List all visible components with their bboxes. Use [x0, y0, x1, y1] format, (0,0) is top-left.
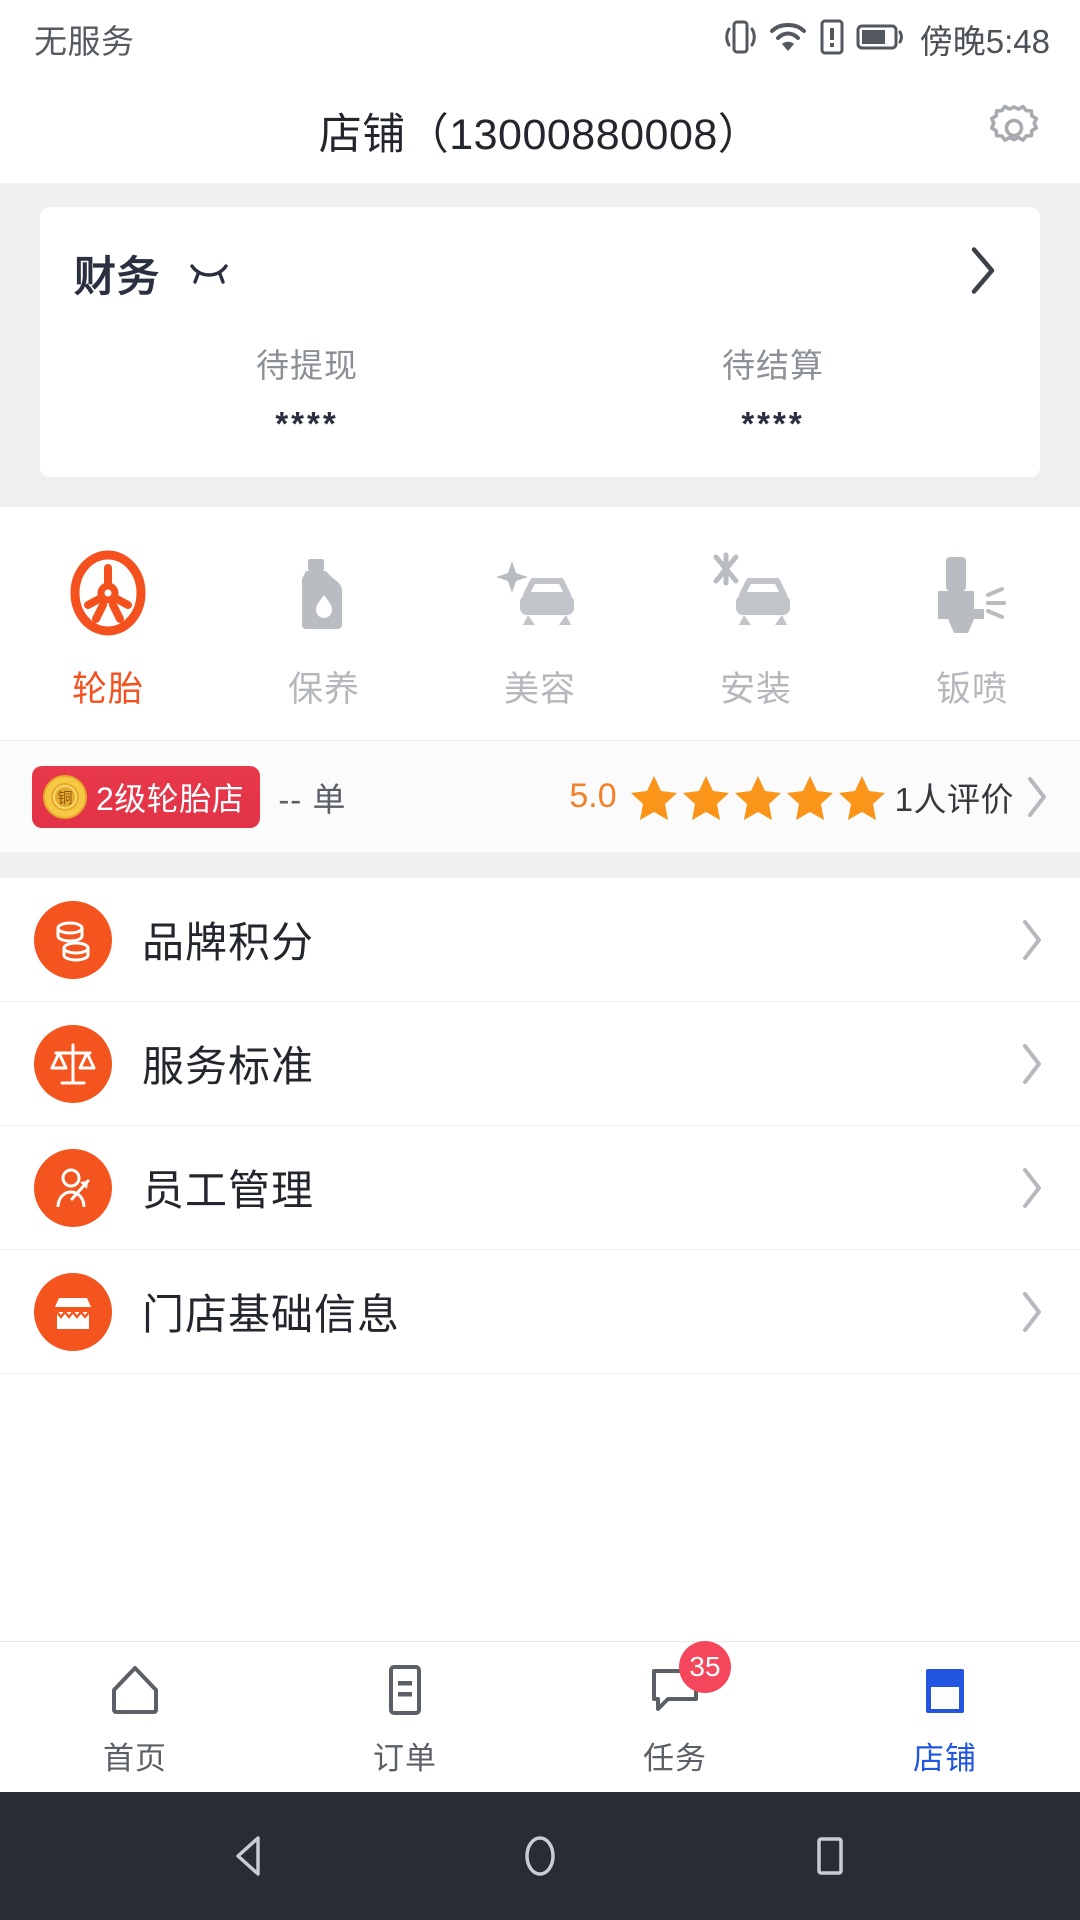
task-badge-count: 35 [679, 1640, 731, 1693]
finance-stats: 待提现 **** 待结算 **** [74, 339, 1006, 443]
menu-item-employee-management[interactable]: 员工管理 [0, 1126, 1080, 1250]
star-icon [630, 775, 677, 820]
task-icon: 35 [646, 1640, 731, 1719]
chevron-right-icon [1018, 1287, 1046, 1337]
clock-label: 傍晚5:48 [919, 23, 1050, 60]
stat-value: **** [741, 405, 805, 442]
home-circle-icon[interactable] [495, 1811, 585, 1901]
tab-home[interactable]: 首页 [0, 1642, 270, 1792]
tire-icon [62, 547, 154, 639]
category-installation[interactable]: 安装 [648, 547, 864, 712]
finance-card[interactable]: 财务 待提现 **** 待结算 **** [40, 207, 1040, 477]
gear-icon [987, 101, 1041, 160]
shop-level-label: 2级轮胎店 [96, 780, 245, 817]
category-label: 轮胎 [71, 670, 144, 709]
android-nav-bar [0, 1792, 1080, 1920]
battery-icon [856, 18, 904, 61]
tab-label: 店铺 [913, 1740, 977, 1776]
rating-score: 5.0 [569, 777, 617, 815]
car-tools-icon [706, 547, 806, 639]
vibrate-icon [723, 18, 757, 61]
header-bar: 店铺（13000880008） [0, 78, 1080, 183]
chevron-right-icon [1018, 1039, 1046, 1089]
shop-menu-list: 品牌积分 服务标准 员工管理 门店基础信息 [0, 878, 1080, 1641]
order-icon [376, 1657, 434, 1719]
storefront-icon [34, 1272, 112, 1351]
stat-pending-withdrawal: 待提现 **** [74, 339, 540, 443]
star-icon [838, 775, 885, 820]
menu-item-label: 品牌积分 [142, 919, 315, 966]
employee-icon [34, 1148, 112, 1227]
stat-label: 待提现 [256, 347, 358, 384]
home-icon [106, 1657, 164, 1719]
finance-section: 财务 待提现 **** 待结算 **** [0, 183, 1080, 507]
page-title: 店铺（13000880008） [318, 110, 762, 159]
category-beauty[interactable]: 美容 [432, 547, 648, 712]
stat-pending-settlement: 待结算 **** [540, 339, 1006, 443]
chevron-right-icon [1018, 1163, 1046, 1213]
settings-button[interactable] [986, 103, 1042, 159]
chevron-right-icon [1018, 915, 1046, 965]
category-label: 安装 [719, 670, 792, 709]
back-triangle-icon[interactable] [205, 1811, 295, 1901]
rating-group[interactable]: 5.0 1人评价 [569, 773, 1050, 821]
order-count-label: -- 单 [278, 780, 347, 818]
finance-card-header: 财务 [74, 243, 1006, 303]
category-tire[interactable]: 轮胎 [0, 547, 216, 712]
shop-level-rating-row[interactable]: 铜 2级轮胎店 -- 单 5.0 1人评价 [0, 740, 1080, 852]
menu-item-service-standard[interactable]: 服务标准 [0, 1002, 1080, 1126]
car-sparkle-icon [490, 547, 590, 639]
category-label: 钣喷 [935, 670, 1008, 709]
menu-item-brand-points[interactable]: 品牌积分 [0, 878, 1080, 1002]
shop-page: 无服务 傍晚5:48 店铺（13000880008） 财务 待提现 **** 待… [0, 0, 1080, 1920]
tab-label: 任务 [643, 1740, 707, 1776]
oil-bottle-icon [278, 547, 370, 639]
rating-stars [629, 773, 887, 821]
shop-level-badge: 铜 2级轮胎店 [32, 765, 261, 828]
star-icon [734, 775, 781, 820]
menu-item-label: 员工管理 [142, 1167, 315, 1214]
medal-icon: 铜 [42, 774, 88, 820]
scales-icon [34, 1024, 112, 1103]
star-icon [786, 775, 833, 820]
section-spacer [0, 852, 1080, 878]
tab-label: 订单 [373, 1740, 437, 1776]
menu-item-label: 门店基础信息 [142, 1291, 401, 1338]
tab-label: 首页 [103, 1740, 167, 1776]
menu-item-store-basic-info[interactable]: 门店基础信息 [0, 1250, 1080, 1374]
medal-text: 铜 [57, 790, 72, 807]
eye-closed-icon[interactable] [186, 253, 232, 293]
tab-orders[interactable]: 订单 [270, 1642, 540, 1792]
chevron-right-icon[interactable] [966, 244, 1000, 303]
wifi-icon [768, 18, 808, 61]
spray-gun-icon [922, 547, 1022, 639]
stat-label: 待结算 [722, 347, 824, 384]
chevron-right-icon[interactable] [1024, 773, 1050, 821]
category-paint[interactable]: 钣喷 [864, 547, 1080, 712]
menu-item-label: 服务标准 [142, 1043, 315, 1090]
category-maintenance[interactable]: 保养 [216, 547, 432, 712]
status-icons: 傍晚5:48 [723, 15, 1050, 63]
carrier-label: 无服务 [34, 23, 135, 60]
coins-icon [34, 900, 112, 979]
shop-icon [916, 1657, 974, 1719]
tab-shop[interactable]: 店铺 [810, 1642, 1080, 1792]
rating-count-label: 1人评价 [894, 780, 1014, 818]
status-bar: 无服务 傍晚5:48 [0, 0, 1080, 78]
star-icon [682, 775, 729, 820]
finance-title: 财务 [74, 252, 161, 300]
recents-square-icon[interactable] [785, 1811, 875, 1901]
tab-tasks[interactable]: 35 任务 [540, 1640, 810, 1792]
service-category-strip: 轮胎 保养 美容 安装 钣喷 [0, 507, 1080, 740]
bottom-tab-bar: 首页 订单 35 任务 店铺 [0, 1640, 1080, 1792]
sim-alert-icon [819, 18, 845, 61]
category-label: 美容 [503, 670, 576, 709]
category-label: 保养 [287, 670, 360, 709]
stat-value: **** [275, 405, 339, 442]
